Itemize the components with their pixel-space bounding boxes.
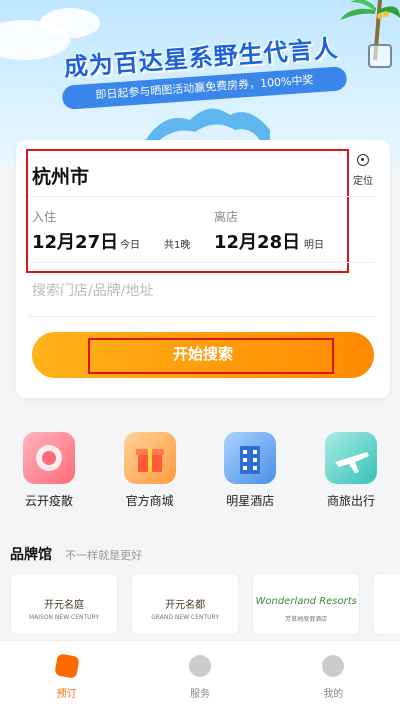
brand-hall-title: 品牌馆 — [10, 547, 52, 563]
building-icon — [224, 432, 277, 484]
search-input[interactable] — [32, 278, 352, 304]
profile-icon — [322, 655, 345, 677]
divider — [28, 196, 374, 197]
brand-card[interactable]: 开元名都 GRAND NEW CENTURY — [131, 573, 240, 635]
start-search-button[interactable]: 开始搜索 — [32, 332, 374, 378]
share-icon[interactable] — [368, 44, 392, 68]
brand-card[interactable]: 开元名庭 MAISON NEW CENTURY — [10, 573, 118, 635]
gift-icon — [123, 432, 176, 484]
cloud-decoration — [40, 8, 100, 38]
location-icon — [357, 154, 369, 166]
brand-hall-header: 品牌馆 不一样就是更好 — [10, 544, 142, 564]
divider — [28, 262, 374, 263]
city-selector[interactable]: 杭州市 — [32, 162, 89, 189]
airplane-icon — [324, 432, 377, 484]
brand-name: Wonderland Resorts — [255, 596, 357, 607]
quick-entry-hotel[interactable]: 明星酒店 — [215, 432, 285, 517]
quick-entries: 云开疫散 官方商城 明星酒店 商旅出行 — [0, 432, 400, 517]
cloud-icon — [23, 432, 75, 484]
booking-icon — [53, 653, 80, 679]
hotel-search-card: 杭州市 定位 入住 12月27日 今日 共1晚 离店 12月28日 明日 开始搜… — [16, 140, 390, 398]
brand-hall-subtitle: 不一样就是更好 — [65, 549, 143, 562]
locate-label: 定位 — [353, 176, 373, 187]
tab-label: 预订 — [56, 689, 77, 700]
brand-list: 开元名庭 MAISON NEW CENTURY 开元名都 GRAND NEW C… — [10, 573, 400, 635]
brand-card[interactable]: Wonderland Resorts 芳草地度假酒店 — [252, 573, 361, 635]
locate-button[interactable]: 定位 — [348, 154, 378, 187]
checkin-day: 今日 — [120, 240, 140, 251]
tab-label: 服务 — [189, 689, 210, 700]
checkout-label: 离店 — [214, 210, 239, 224]
tab-mine[interactable]: 我的 — [293, 641, 373, 710]
service-icon — [188, 655, 211, 677]
brand-card[interactable] — [373, 573, 400, 635]
brand-name: 开元名都 — [165, 600, 206, 611]
brand-subname: MAISON NEW CENTURY — [28, 614, 100, 621]
quick-entry-travel[interactable]: 商旅出行 — [316, 432, 386, 517]
tab-booking[interactable]: 预订 — [27, 641, 107, 710]
brand-subname: 芳草地度假酒店 — [285, 616, 328, 623]
checkin-date[interactable]: 12月27日 — [32, 228, 118, 254]
quick-entry-label: 云开疫散 — [24, 494, 73, 508]
brand-name: 开元名庭 — [44, 600, 84, 611]
quick-entry-label: 明星酒店 — [226, 494, 275, 508]
checkout-date[interactable]: 12月28日 — [214, 228, 300, 254]
nights-count: 共1晚 — [164, 240, 191, 251]
checkin-label: 入住 — [32, 210, 57, 224]
bottom-tab-bar: 预订 服务 我的 — [0, 640, 400, 710]
tab-label: 我的 — [323, 689, 344, 700]
quick-entry-cloud[interactable]: 云开疫散 — [14, 432, 84, 517]
search-button-label: 开始搜索 — [172, 346, 233, 363]
quick-entry-mall[interactable]: 官方商城 — [115, 432, 185, 517]
quick-entry-label: 商旅出行 — [326, 494, 375, 508]
checkout-day: 明日 — [304, 240, 324, 251]
divider — [28, 316, 374, 317]
quick-entry-label: 官方商城 — [125, 494, 174, 508]
brand-subname: GRAND NEW CENTURY — [151, 614, 219, 621]
tab-service[interactable]: 服务 — [160, 641, 240, 710]
